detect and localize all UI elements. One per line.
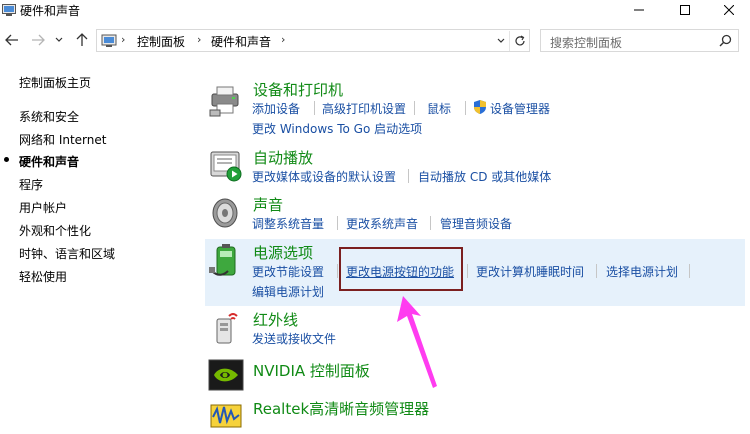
navigation-bar: › 控制面板 › 硬件和声音 › 搜索控制面板 (0, 26, 750, 54)
refresh-icon (514, 35, 525, 46)
link-change-system-sounds[interactable]: 更改系统声音 (346, 215, 418, 232)
link-send-receive-files[interactable]: 发送或接收文件 (252, 330, 336, 347)
address-bar[interactable]: › 控制面板 › 硬件和声音 › (96, 29, 530, 52)
category-title-nvidia[interactable]: NVIDIA 控制面板 (253, 360, 370, 381)
arrow-right-icon (32, 34, 45, 46)
divider (689, 264, 690, 278)
category-devices-printers: 设备和打印机 添加设备 高级打印机设置 鼠标 设备管理器 更改 Windows … (205, 76, 745, 140)
chevron-down-icon (55, 37, 63, 42)
breadcrumb-control-panel[interactable]: 控制面板 (137, 33, 185, 50)
category-nvidia: NVIDIA 控制面板 (205, 355, 745, 393)
link-device-manager[interactable]: 设备管理器 (490, 100, 550, 117)
title-bar: 硬件和声音 (0, 0, 750, 22)
nav-item-programs[interactable]: 程序 (19, 176, 43, 193)
link-adjust-volume[interactable]: 调整系统音量 (252, 215, 324, 232)
nav-item-network-internet[interactable]: 网络和 Internet (19, 131, 106, 148)
divider (414, 101, 415, 115)
divider (430, 216, 431, 230)
link-edit-power-plan[interactable]: 编辑电源计划 (252, 283, 324, 300)
link-mouse[interactable]: 鼠标 (427, 100, 451, 117)
address-dropdown-button[interactable] (491, 33, 511, 49)
realtek-audio-icon (208, 397, 244, 433)
link-change-media-defaults[interactable]: 更改媒体或设备的默认设置 (252, 168, 396, 185)
breadcrumb-hardware-sound[interactable]: 硬件和声音 (211, 33, 271, 50)
control-panel-icon (101, 34, 117, 48)
search-icon[interactable] (719, 34, 732, 50)
category-sound: 声音 调整系统音量 更改系统声音 管理音频设备 (205, 191, 745, 237)
control-panel-icon (2, 4, 16, 16)
infrared-icon (208, 309, 244, 345)
nav-item-clock-region[interactable]: 时钟、语言和区域 (19, 245, 115, 262)
maximize-icon (680, 5, 690, 15)
category-title-realtek[interactable]: Realtek高清晰音频管理器 (253, 398, 429, 419)
category-power-options: 电源选项 更改节能设置 更改电源按钮的功能 更改计算机睡眠时间 选择电源计划 编… (205, 239, 745, 306)
window-title: 硬件和声音 (20, 4, 81, 18)
divider (465, 101, 466, 115)
divider (408, 169, 409, 183)
divider (596, 264, 597, 278)
link-advanced-printer-setup[interactable]: 高级打印机设置 (322, 100, 406, 117)
close-button[interactable] (708, 0, 750, 20)
category-title-power-options[interactable]: 电源选项 (253, 242, 313, 263)
annotation-highlight-box (339, 247, 463, 291)
link-windows-to-go[interactable]: 更改 Windows To Go 启动选项 (252, 120, 422, 137)
shield-icon (473, 99, 487, 118)
maximize-button[interactable] (662, 0, 708, 20)
link-autoplay-cd[interactable]: 自动播放 CD 或其他媒体 (418, 168, 551, 185)
link-manage-audio-devices[interactable]: 管理音频设备 (440, 215, 512, 232)
search-input[interactable]: 搜索控制面板 (540, 29, 739, 52)
refresh-button[interactable] (509, 31, 529, 51)
arrow-left-icon (5, 34, 18, 46)
autoplay-icon (208, 148, 244, 184)
nvidia-icon (208, 357, 244, 393)
divider (314, 101, 315, 115)
printer-icon (208, 82, 244, 118)
arrow-up-icon (76, 33, 88, 46)
up-button[interactable] (72, 30, 92, 50)
link-choose-power-plan[interactable]: 选择电源计划 (606, 263, 678, 280)
speaker-icon (208, 195, 244, 231)
annotation-arrow (397, 296, 437, 388)
category-infrared: 红外线 发送或接收文件 (205, 307, 745, 353)
chevron-down-icon (497, 38, 505, 43)
search-placeholder: 搜索控制面板 (550, 36, 623, 50)
recent-locations-button[interactable] (52, 30, 66, 50)
divider (337, 264, 338, 278)
category-title-devices-printers[interactable]: 设备和打印机 (253, 79, 343, 100)
nav-item-control-panel-home[interactable]: 控制面板主页 (19, 74, 91, 91)
category-title-sound[interactable]: 声音 (253, 194, 283, 215)
current-item-bullet (4, 157, 9, 162)
nav-item-user-accounts[interactable]: 用户帐户 (19, 199, 67, 216)
back-button[interactable] (2, 30, 22, 50)
category-title-infrared[interactable]: 红外线 (253, 309, 298, 330)
nav-item-ease-of-access[interactable]: 轻松使用 (19, 268, 67, 285)
close-icon (724, 5, 734, 15)
forward-button[interactable] (28, 30, 48, 50)
chevron-right-icon[interactable]: › (281, 33, 285, 46)
minimize-button[interactable] (616, 0, 662, 20)
category-autoplay: 自动播放 更改媒体或设备的默认设置 自动播放 CD 或其他媒体 (205, 144, 745, 190)
minimize-icon (634, 9, 644, 11)
link-add-device[interactable]: 添加设备 (252, 100, 300, 117)
nav-item-hardware-sound[interactable]: 硬件和声音 (19, 153, 79, 170)
divider (337, 216, 338, 230)
chevron-right-icon: › (121, 33, 126, 46)
divider (467, 264, 468, 278)
category-realtek: Realtek高清晰音频管理器 (205, 395, 745, 431)
nav-item-appearance[interactable]: 外观和个性化 (19, 222, 91, 239)
category-title-autoplay[interactable]: 自动播放 (253, 147, 313, 168)
link-change-sleep-time[interactable]: 更改计算机睡眠时间 (476, 263, 584, 280)
nav-item-system-security[interactable]: 系统和安全 (19, 108, 79, 125)
battery-plug-icon (208, 243, 244, 279)
link-change-power-saving[interactable]: 更改节能设置 (252, 263, 324, 280)
chevron-right-icon[interactable]: › (197, 33, 201, 46)
